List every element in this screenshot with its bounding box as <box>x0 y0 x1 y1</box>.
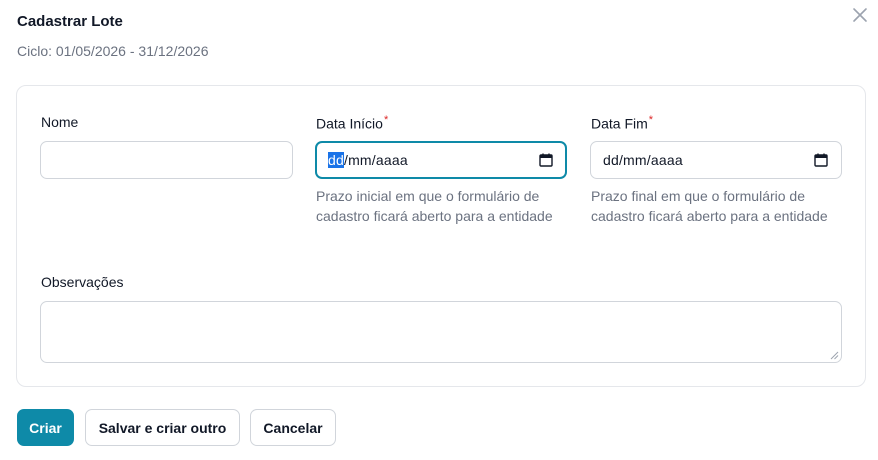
nome-label: Nome <box>41 114 79 130</box>
calendar-icon[interactable] <box>538 152 554 168</box>
resize-grip-icon[interactable] <box>830 351 839 360</box>
create-button[interactable]: Criar <box>17 409 74 446</box>
data-inicio-help: Prazo inicial em que o formulário de cad… <box>316 188 553 224</box>
date-text: dd/mm/aaaa <box>328 152 538 168</box>
day-segment[interactable]: dd <box>328 152 344 168</box>
close-icon <box>853 8 867 22</box>
date-rest-segments[interactable]: /mm/aaaa <box>344 152 408 168</box>
data-fim-input[interactable]: dd/mm/aaaa <box>590 141 842 179</box>
observacoes-label: Observações <box>41 274 124 290</box>
required-mark: * <box>648 114 654 126</box>
data-inicio-label: Data Início* <box>316 114 389 132</box>
data-fim-help: Prazo final em que o formulário de cadas… <box>591 188 828 224</box>
data-fim-label: Data Fim* <box>591 114 654 132</box>
close-button[interactable] <box>850 5 870 25</box>
calendar-icon[interactable] <box>813 152 829 168</box>
modal-title: Cadastrar Lote <box>17 13 123 30</box>
data-inicio-input[interactable]: dd/mm/aaaa <box>315 141 567 179</box>
observacoes-textarea[interactable] <box>40 301 842 363</box>
required-mark: * <box>383 114 389 126</box>
save-and-new-button[interactable]: Salvar e criar outro <box>85 409 240 446</box>
date-text: dd/mm/aaaa <box>603 152 683 168</box>
cancel-button[interactable]: Cancelar <box>250 409 336 446</box>
nome-input[interactable] <box>40 141 293 179</box>
modal-subtitle: Ciclo: 01/05/2026 - 31/12/2026 <box>17 43 209 59</box>
